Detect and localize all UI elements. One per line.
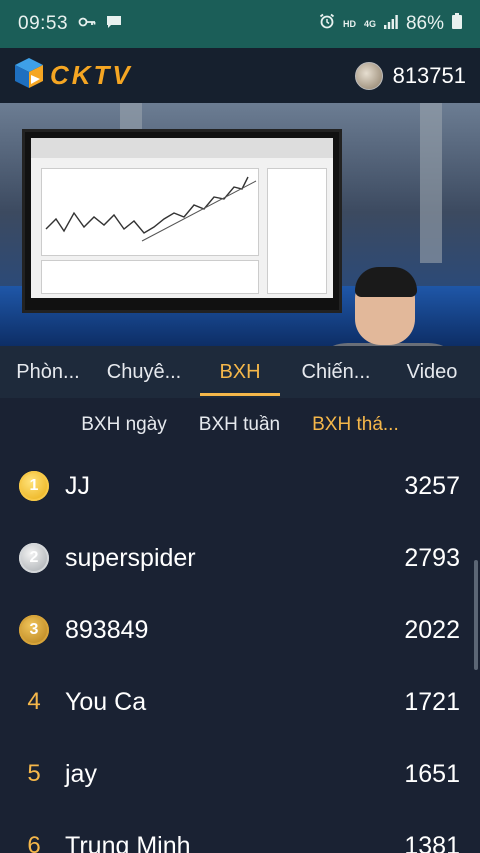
ranking-list: 1 JJ 3257 2 superspider 2793 3 893849 20… <box>0 450 480 853</box>
rank-number: 5 <box>27 760 41 787</box>
user-score: 1381 <box>404 831 460 853</box>
subtab-week[interactable]: BXH tuần <box>183 414 296 436</box>
avatar[interactable] <box>354 61 383 90</box>
signal-icon <box>383 13 398 35</box>
list-item[interactable]: 2 superspider 2793 <box>0 522 480 594</box>
rank-badge: 5 <box>18 758 50 790</box>
studio-screen <box>22 129 342 313</box>
hd-indicator: HD <box>342 19 356 29</box>
user-name: You Ca <box>65 687 147 716</box>
ranking-period-tabs: BXH ngày BXH tuần BXH thá... <box>0 398 480 452</box>
user-score: 1721 <box>404 687 460 716</box>
list-item[interactable]: 6 Trung Minh 1381 <box>0 810 480 853</box>
app-header: CKTV 813751 <box>0 48 480 103</box>
user-score: 2793 <box>404 543 460 572</box>
network-type: 4G <box>363 19 376 29</box>
subtab-month[interactable]: BXH thá... <box>296 414 415 436</box>
cube-logo-icon <box>14 57 44 94</box>
tab-chuyen[interactable]: Chuyê... <box>96 346 192 398</box>
user-name: 893849 <box>65 615 149 644</box>
status-bar: 09:53 HD 4G 86% <box>0 0 480 48</box>
user-name: Trung Minh <box>65 831 191 853</box>
gold-medal-icon: 1 <box>19 471 49 501</box>
list-item[interactable]: 3 893849 2022 <box>0 594 480 666</box>
rank-badge: 4 <box>18 686 50 718</box>
list-item[interactable]: 4 You Ca 1721 <box>0 666 480 738</box>
screen-table <box>267 168 327 294</box>
bronze-medal-icon: 3 <box>19 615 49 645</box>
user-name: JJ <box>65 471 90 500</box>
alarm-icon <box>319 13 335 35</box>
studio-pillar <box>420 103 442 263</box>
silver-medal-icon: 2 <box>19 543 49 573</box>
app-name: CKTV <box>50 60 133 90</box>
list-item[interactable]: 5 jay 1651 <box>0 738 480 810</box>
rank-number: 6 <box>27 832 41 853</box>
screen-volume-chart <box>41 260 259 294</box>
tab-video[interactable]: Video <box>384 346 480 398</box>
rank-badge: 3 <box>18 614 50 646</box>
rank-badge: 1 <box>18 470 50 502</box>
message-icon <box>106 15 122 34</box>
user-name: jay <box>65 759 97 788</box>
presenter-hair <box>355 267 417 297</box>
rank-badge: 6 <box>18 830 50 853</box>
key-icon <box>78 15 96 33</box>
user-score: 3257 <box>404 471 460 500</box>
tab-bxh[interactable]: BXH <box>192 346 288 398</box>
screen-display <box>31 138 333 298</box>
tab-chien[interactable]: Chiến... <box>288 346 384 398</box>
user-points[interactable]: 813751 <box>354 61 466 90</box>
subtab-day[interactable]: BXH ngày <box>65 414 183 436</box>
battery-percent: 86% <box>405 13 444 34</box>
screen-price-chart <box>41 168 259 256</box>
status-time: 09:53 <box>18 13 69 34</box>
list-item[interactable]: 1 JJ 3257 <box>0 450 480 522</box>
screen-toolbar <box>31 138 333 158</box>
rank-badge: 2 <box>18 542 50 574</box>
points-value: 813751 <box>392 62 466 88</box>
video-player[interactable] <box>0 103 480 346</box>
app-logo[interactable]: CKTV <box>14 57 133 94</box>
scrollbar[interactable] <box>474 560 478 670</box>
tab-phong[interactable]: Phòn... <box>0 346 96 398</box>
user-name: superspider <box>65 543 196 572</box>
user-score: 2022 <box>404 615 460 644</box>
main-tabs: Phòn... Chuyê... BXH Chiến... Video <box>0 346 480 398</box>
rank-number: 4 <box>27 688 41 715</box>
user-score: 1651 <box>404 759 460 788</box>
battery-icon <box>452 13 462 35</box>
